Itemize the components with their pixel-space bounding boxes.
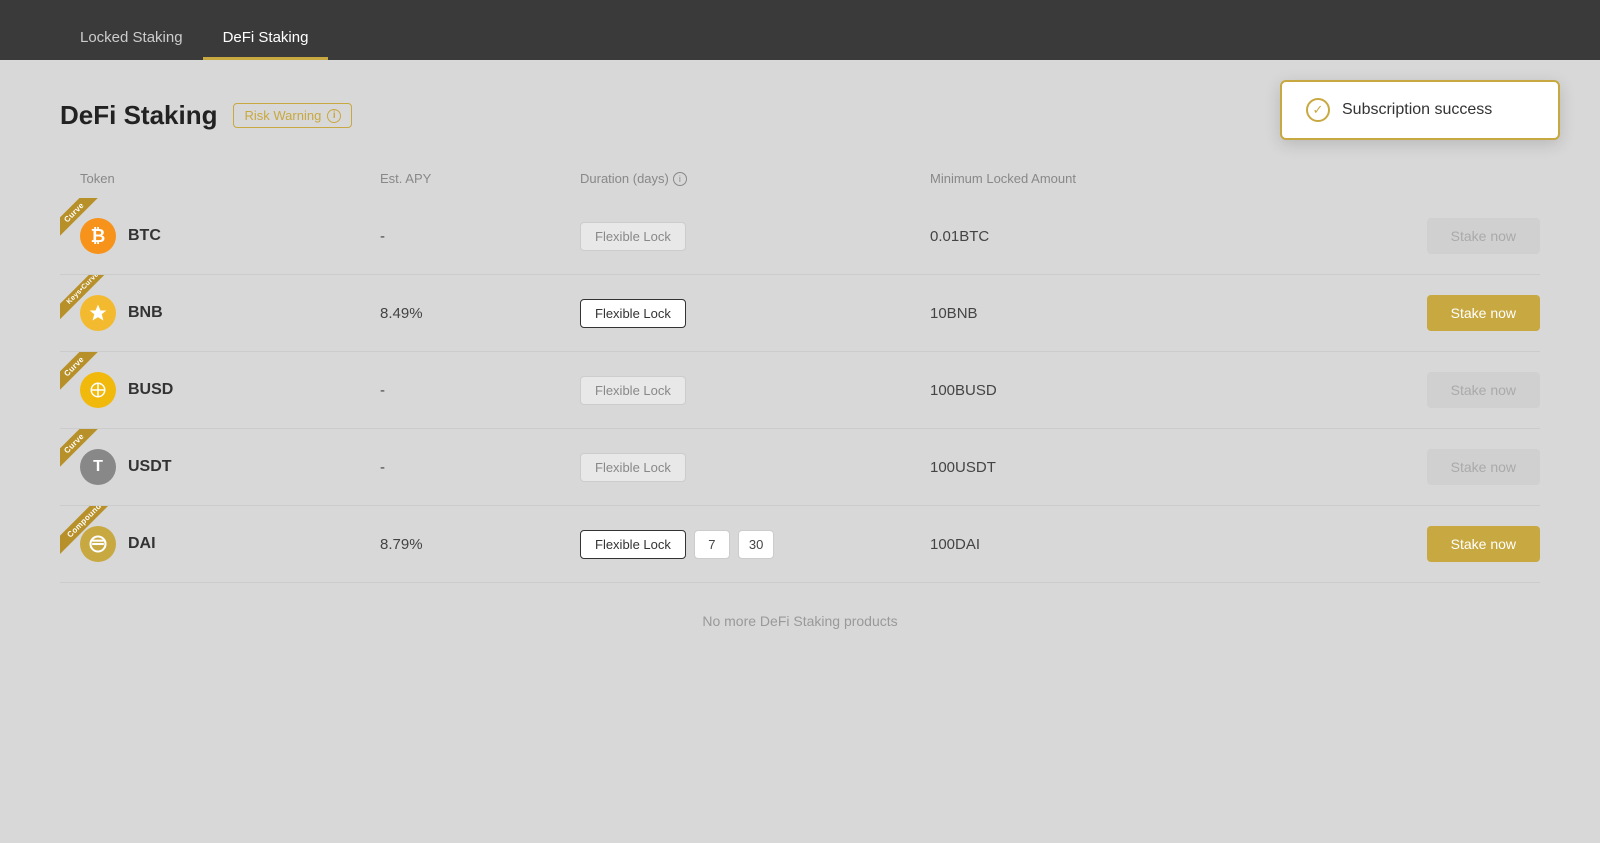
- token-cell-dai: DAI: [60, 526, 380, 562]
- token-name-usdt: USDT: [128, 458, 172, 476]
- flexible-lock-btn-dai[interactable]: Flexible Lock: [580, 530, 686, 559]
- apy-dai: 8.79%: [380, 536, 580, 553]
- min-amount-btc: 0.01BTC: [930, 228, 1340, 245]
- min-amount-busd: 100BUSD: [930, 382, 1340, 399]
- flexible-lock-btn-bnb[interactable]: Flexible Lock: [580, 299, 686, 328]
- risk-warning-text: Risk Warning: [244, 108, 321, 123]
- no-more-products-text: No more DeFi Staking products: [60, 583, 1540, 639]
- table-row: Keys•Curve BNB 8.49% Flexible Lock 10BNB…: [60, 275, 1540, 352]
- stake-now-button-busd[interactable]: Stake now: [1427, 372, 1540, 408]
- apy-usdt: -: [380, 459, 580, 476]
- token-icon-usdt: T: [80, 449, 116, 485]
- duration-7-btn-dai[interactable]: 7: [694, 530, 730, 559]
- page-title: DeFi Staking: [60, 100, 217, 131]
- stake-btn-cell-btc: Stake now: [1340, 218, 1540, 254]
- table-header: Token Est. APY Duration (days) i Minimum…: [60, 163, 1540, 198]
- table-row: Compound DAI 8.79% Flexible Lock 7 30 10…: [60, 506, 1540, 583]
- duration-cell-btc: Flexible Lock: [580, 222, 930, 251]
- col-header-duration: Duration (days) i: [580, 171, 930, 186]
- min-amount-dai: 100DAI: [930, 536, 1340, 553]
- duration-cell-usdt: Flexible Lock: [580, 453, 930, 482]
- stake-btn-cell-usdt: Stake now: [1340, 449, 1540, 485]
- stake-btn-cell-dai: Stake now: [1340, 526, 1540, 562]
- token-icon-dai: [80, 526, 116, 562]
- risk-warning-button[interactable]: Token Risk Warning i: [233, 103, 352, 128]
- token-icon-btc: ₿: [80, 218, 116, 254]
- duration-cell-bnb: Flexible Lock: [580, 299, 930, 328]
- stake-now-button-dai[interactable]: Stake now: [1427, 526, 1540, 562]
- token-cell-bnb: BNB: [60, 295, 380, 331]
- token-name-busd: BUSD: [128, 381, 173, 399]
- token-icon-bnb: [80, 295, 116, 331]
- flexible-lock-btn-usdt[interactable]: Flexible Lock: [580, 453, 686, 482]
- staking-table: Token Est. APY Duration (days) i Minimum…: [60, 163, 1540, 583]
- top-navigation: Locked Staking DeFi Staking: [0, 0, 1600, 60]
- main-content: ✓ Subscription success DeFi Staking Toke…: [0, 60, 1600, 679]
- token-name-bnb: BNB: [128, 304, 163, 322]
- table-row: Curve T USDT - Flexible Lock 100USDT Sta…: [60, 429, 1540, 506]
- subscription-success-notification: ✓ Subscription success: [1280, 80, 1560, 140]
- stake-now-button-bnb[interactable]: Stake now: [1427, 295, 1540, 331]
- token-cell-btc: ₿ BTC: [60, 218, 380, 254]
- duration-info-icon: i: [673, 172, 687, 186]
- success-check-icon: ✓: [1306, 98, 1330, 122]
- col-header-action: [1340, 171, 1540, 186]
- duration-cell-dai: Flexible Lock 7 30: [580, 530, 930, 559]
- min-amount-usdt: 100USDT: [930, 459, 1340, 476]
- stake-now-button-btc[interactable]: Stake now: [1427, 218, 1540, 254]
- token-cell-busd: BUSD: [60, 372, 380, 408]
- flexible-lock-btn-busd[interactable]: Flexible Lock: [580, 376, 686, 405]
- token-name-dai: DAI: [128, 535, 156, 553]
- stake-btn-cell-bnb: Stake now: [1340, 295, 1540, 331]
- apy-btc: -: [380, 228, 580, 245]
- col-header-apy: Est. APY: [380, 171, 580, 186]
- token-icon-busd: [80, 372, 116, 408]
- min-amount-bnb: 10BNB: [930, 305, 1340, 322]
- tab-locked-staking[interactable]: Locked Staking: [60, 15, 203, 60]
- duration-30-btn-dai[interactable]: 30: [738, 530, 774, 559]
- col-header-token: Token: [60, 171, 380, 186]
- stake-btn-cell-busd: Stake now: [1340, 372, 1540, 408]
- table-row: Curve BUSD - Flexible Lock 100BUSD Stake…: [60, 352, 1540, 429]
- tab-defi-staking[interactable]: DeFi Staking: [203, 15, 329, 60]
- duration-cell-busd: Flexible Lock: [580, 376, 930, 405]
- apy-bnb: 8.49%: [380, 305, 580, 322]
- risk-warning-info-icon: i: [327, 109, 341, 123]
- stake-now-button-usdt[interactable]: Stake now: [1427, 449, 1540, 485]
- token-cell-usdt: T USDT: [60, 449, 380, 485]
- table-row: Curve ₿ BTC - Flexible Lock 0.01BTC Stak…: [60, 198, 1540, 275]
- flexible-lock-btn-btc[interactable]: Flexible Lock: [580, 222, 686, 251]
- subscription-success-text: Subscription success: [1342, 101, 1492, 119]
- token-name-btc: BTC: [128, 227, 161, 245]
- col-header-min-locked: Minimum Locked Amount: [930, 171, 1340, 186]
- apy-busd: -: [380, 382, 580, 399]
